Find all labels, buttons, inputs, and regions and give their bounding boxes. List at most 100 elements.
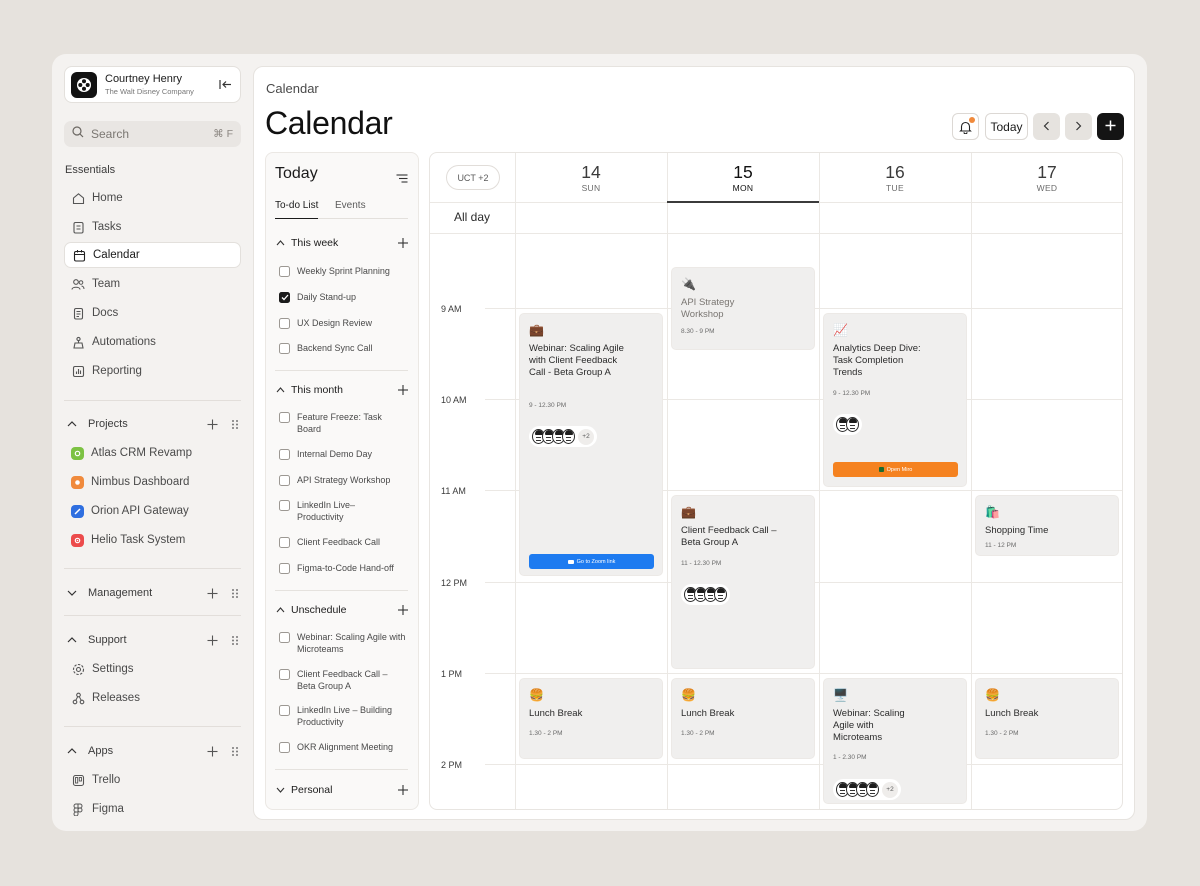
collapse-sidebar-icon[interactable] [218,78,232,92]
nav-tasks[interactable]: Tasks [64,214,241,240]
task-item[interactable]: Client Feedback Call [279,536,407,548]
add-support-icon[interactable] [206,634,218,646]
task-item[interactable]: LinkedIn Live – Building Productivity [279,704,407,728]
task-checkbox[interactable] [279,412,290,423]
search-bar[interactable]: Search ⌘ F [64,121,241,147]
task-item[interactable]: UX Design Review [279,317,407,329]
task-item[interactable]: Figma-to-Code Hand-off [279,562,407,574]
project-atlas[interactable]: Atlas CRM Revamp [64,440,241,466]
add-event-button[interactable] [1097,113,1124,140]
event-card-webinar-microteams[interactable]: 🖥️ Webinar: Scaling Agile with Microteam… [823,678,967,804]
grid-line [819,153,820,809]
day-header-sun[interactable]: 14 SUN [515,153,667,202]
add-project-icon[interactable] [206,418,218,430]
timezone-selector[interactable]: UCT +2 [446,165,500,190]
add-task-icon[interactable] [397,385,408,396]
project-helio[interactable]: Helio Task System [64,527,241,553]
add-task-icon[interactable] [397,785,408,796]
day-header-tue[interactable]: 16 TUE [819,153,971,202]
task-checkbox[interactable] [279,632,290,643]
section-this-month[interactable]: This month [275,382,408,398]
task-checkbox[interactable] [279,343,290,354]
apps-group[interactable]: Apps [64,741,241,761]
event-card-shopping[interactable]: 🛍️ Shopping Time 11 - 12 PM [975,495,1119,556]
project-orion[interactable]: Orion API Gateway [64,498,241,524]
attendee-avatars[interactable] [681,584,730,605]
attendee-avatars[interactable]: +2 [833,779,901,800]
event-card-lunch-mon[interactable]: 🍔 Lunch Break 1.30 - 2 PM [671,678,815,759]
tab-events[interactable]: Events [335,200,366,219]
task-item[interactable]: API Strategy Workshop [279,474,407,486]
nav-calendar[interactable]: Calendar [64,242,241,268]
chevron-down-icon[interactable] [66,587,78,599]
drag-handle-icon[interactable] [229,418,241,430]
support-group[interactable]: Support [64,630,241,650]
task-checkbox[interactable] [279,500,290,511]
task-item[interactable]: Daily Stand-up [279,291,407,303]
app-figma[interactable]: Figma [64,796,241,822]
task-checkbox[interactable] [279,318,290,329]
account-switcher[interactable]: Courtney Henry The Walt Disney Company [64,66,241,103]
task-item[interactable]: Weekly Sprint Planning [279,265,407,277]
management-group[interactable]: Management [64,583,241,603]
task-checkbox[interactable] [279,669,290,680]
today-button[interactable]: Today [985,113,1028,140]
nav-settings[interactable]: Settings [64,656,241,682]
task-item[interactable]: LinkedIn Live– Productivity [279,499,407,523]
task-item[interactable]: OKR Alignment Meeting [279,741,407,753]
task-checkbox[interactable] [279,266,290,277]
task-checkbox[interactable] [279,537,290,548]
nav-docs[interactable]: Docs [64,300,241,326]
task-checkbox[interactable] [279,705,290,716]
nav-team[interactable]: Team [64,271,241,297]
chevron-up-icon[interactable] [66,745,78,757]
day-header-wed[interactable]: 17 WED [971,153,1122,202]
task-checkbox[interactable] [279,292,290,303]
task-checkbox[interactable] [279,449,290,460]
section-this-week[interactable]: This week [275,235,408,251]
section-unschedule[interactable]: Unschedule [275,602,408,618]
chevron-up-icon[interactable] [66,418,78,430]
prev-week-button[interactable] [1033,113,1060,140]
day-header-mon[interactable]: 15 MON [667,153,819,202]
tab-todo-list[interactable]: To-do List [275,200,319,219]
drag-handle-icon[interactable] [229,745,241,757]
attendee-avatars[interactable]: +2 [529,426,597,447]
task-item[interactable]: Backend Sync Call [279,342,407,354]
chevron-up-icon[interactable] [66,634,78,646]
section-personal[interactable]: Personal [275,782,408,798]
nav-automations[interactable]: Automations [64,329,241,355]
task-item[interactable]: Webinar: Scaling Agile with Microteams [279,631,407,655]
event-card-api-workshop[interactable]: 🔌 API Strategy Workshop 8.30 - 9 PM [671,267,815,350]
nav-releases[interactable]: Releases [64,685,241,711]
filter-menu-icon[interactable] [396,170,408,183]
docs-icon [71,306,85,320]
app-trello[interactable]: Trello [64,767,241,793]
zoom-link-button[interactable]: Go to Zoom link [529,554,654,569]
project-nimbus[interactable]: Nimbus Dashboard [64,469,241,495]
event-card-analytics[interactable]: 📈 Analytics Deep Dive: Task Completion T… [823,313,967,487]
projects-group[interactable]: Projects [64,414,241,434]
add-task-icon[interactable] [397,238,408,249]
event-card-lunch-sun[interactable]: 🍔 Lunch Break 1.30 - 2 PM [519,678,663,759]
task-item[interactable]: Feature Freeze: Task Board [279,411,407,435]
event-card-client-feedback[interactable]: 💼 Client Feedback Call – Beta Group A 11… [671,495,815,669]
event-card-webinar-client[interactable]: 💼 Webinar: Scaling Agile with Client Fee… [519,313,663,576]
notifications-button[interactable] [952,113,979,140]
nav-home[interactable]: Home [64,185,241,211]
nav-reporting[interactable]: Reporting [64,358,241,384]
task-item[interactable]: Client Feedback Call – Beta Group A [279,668,407,692]
add-app-icon[interactable] [206,745,218,757]
task-checkbox[interactable] [279,563,290,574]
drag-handle-icon[interactable] [229,587,241,599]
next-week-button[interactable] [1065,113,1092,140]
task-item[interactable]: Internal Demo Day [279,448,407,460]
add-management-icon[interactable] [206,587,218,599]
task-checkbox[interactable] [279,475,290,486]
event-card-lunch-wed[interactable]: 🍔 Lunch Break 1.30 - 2 PM [975,678,1119,759]
attendee-avatars[interactable] [833,414,862,435]
task-checkbox[interactable] [279,742,290,753]
open-miro-button[interactable]: Open Miro [833,462,958,477]
add-task-icon[interactable] [397,605,408,616]
drag-handle-icon[interactable] [229,634,241,646]
